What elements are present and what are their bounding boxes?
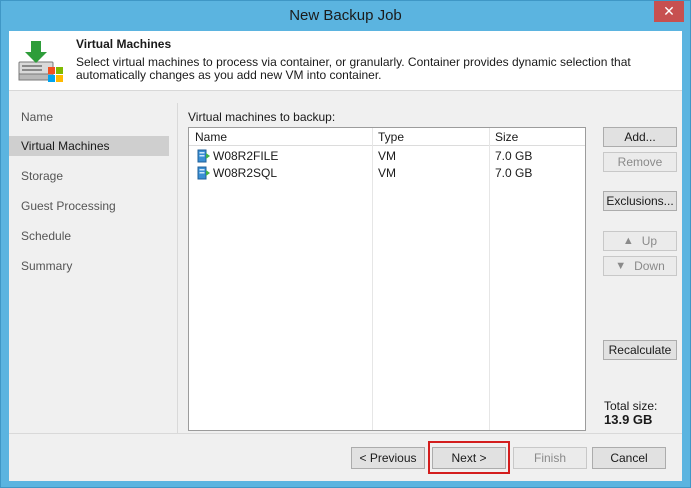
total-size-label: Total size: [604,399,658,413]
table-row[interactable]: W08R2FILE VM 7.0 GB [189,148,585,164]
wizard-steps-nav: Name Virtual Machines Storage Guest Proc… [9,101,177,431]
remove-button[interactable]: Remove [603,152,677,172]
close-icon: ✕ [663,3,675,19]
title-bar[interactable]: New Backup Job ✕ [1,1,690,31]
window-title: New Backup Job [289,7,402,24]
close-button[interactable]: ✕ [654,1,684,22]
vm-type: VM [378,166,396,180]
recalculate-button[interactable]: Recalculate [603,340,677,360]
step-title: Virtual Machines [76,37,172,51]
backup-job-window: New Backup Job ✕ Virtual Machines Select… [0,0,691,488]
vm-type: VM [378,149,396,163]
footer-divider [9,433,682,434]
move-down-label: Down [634,259,665,273]
vm-size: 7.0 GB [495,166,533,180]
vm-icon [197,166,210,180]
vm-size: 7.0 GB [495,149,533,163]
next-button[interactable]: Next > [432,447,506,469]
move-up-label: Up [641,234,658,248]
vm-icon [197,149,210,163]
vm-name: W08R2SQL [213,166,278,180]
finish-button[interactable]: Finish [513,447,587,469]
vm-name: W08R2FILE [213,149,279,163]
nav-item-virtual-machines[interactable]: Virtual Machines [9,136,169,156]
cancel-button[interactable]: Cancel [592,447,666,469]
step-description: Select virtual machines to process via c… [76,55,631,82]
nav-item-storage[interactable]: Storage [9,166,169,186]
vm-list-label: Virtual machines to backup: [188,110,336,124]
nav-item-name[interactable]: Name [9,107,169,127]
arrow-down-icon: ▼ [615,260,627,272]
column-header-name[interactable]: Name [189,128,372,146]
column-header-size[interactable]: Size [489,128,585,146]
download-server-icon [18,41,63,82]
move-down-button[interactable]: ▼ Down [603,256,677,276]
table-row[interactable]: W08R2SQL VM 7.0 GB [189,165,585,181]
exclusions-button[interactable]: Exclusions... [603,191,677,211]
wizard-client-area: Virtual Machines Select virtual machines… [9,31,682,481]
column-header-type[interactable]: Type [372,128,489,146]
arrow-up-icon: ▲ [622,235,634,247]
vm-list[interactable]: Name Type Size W08R2FILE VM 7.0 GB W08R2… [188,127,586,431]
move-up-button[interactable]: ▲ Up [603,231,677,251]
add-button[interactable]: Add... [603,127,677,147]
wizard-header: Virtual Machines Select virtual machines… [9,31,682,91]
nav-item-summary[interactable]: Summary [9,256,169,276]
previous-button[interactable]: < Previous [351,447,425,469]
vm-selection-panel: Virtual machines to backup: Name Type Si… [177,103,682,433]
nav-item-schedule[interactable]: Schedule [9,226,169,246]
nav-item-guest-processing[interactable]: Guest Processing [9,196,169,216]
total-size-value: 13.9 GB [604,412,653,427]
